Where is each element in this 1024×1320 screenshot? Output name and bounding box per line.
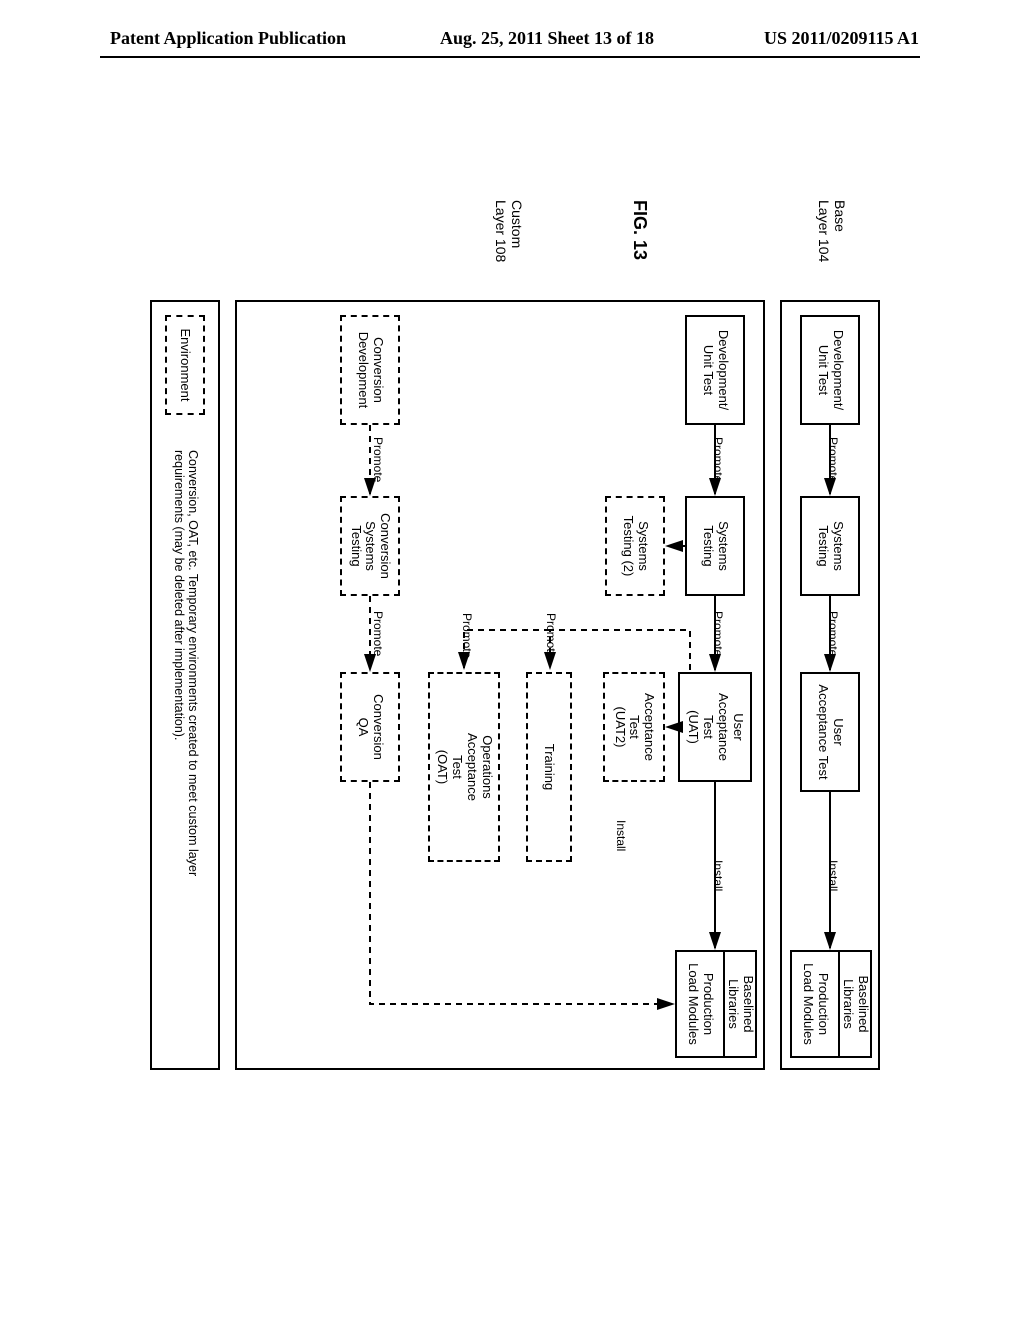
- legend-env-box: Environment: [165, 315, 205, 415]
- box-conv-dev: Conversion Development: [340, 315, 400, 425]
- box-cust-oat: Operations Acceptance Test (OAT): [428, 672, 500, 862]
- edge-base-install: Install: [826, 860, 840, 891]
- diagram-rotated: Base Layer 104 Custom Layer 108 FIG. 13 …: [130, 200, 890, 1110]
- figure-label: FIG. 13: [629, 200, 650, 260]
- box-base-lib: Baselined Libraries: [840, 950, 872, 1058]
- edge-cust-promote1: Promote: [711, 437, 725, 482]
- box-base-sys: Systems Testing: [800, 496, 860, 596]
- edge-base-promote2: Promote: [826, 611, 840, 656]
- box-base-dev: Development/ Unit Test: [800, 315, 860, 425]
- edge-base-promote1: Promote: [826, 437, 840, 482]
- box-cust-uat: User Acceptance Test (UAT): [678, 672, 752, 782]
- header-left: Patent Application Publication: [110, 28, 346, 49]
- legend-note: Conversion, OAT, etc. Temporary environm…: [172, 450, 200, 876]
- box-conv-qa: Conversion QA: [340, 672, 400, 782]
- edge-cust-install2: Install: [614, 820, 628, 851]
- label-custom-layer: Custom Layer 108: [493, 200, 525, 262]
- header-right: US 2011/0209115 A1: [764, 28, 919, 49]
- edge-conv-promote1: Promote: [371, 437, 385, 482]
- box-cust-uat2: Acceptance Test (UAT2): [603, 672, 665, 782]
- box-cust-lib: Baselined Libraries: [725, 950, 757, 1058]
- box-cust-dev: Development/ Unit Test: [685, 315, 745, 425]
- header-rule: [100, 56, 920, 58]
- figure-area: Base Layer 104 Custom Layer 108 FIG. 13 …: [130, 200, 890, 1110]
- header-center: Aug. 25, 2011 Sheet 13 of 18: [440, 28, 654, 49]
- edge-cust-promote3: Promote: [544, 613, 558, 658]
- box-conv-sys: Conversion Systems Testing: [340, 496, 400, 596]
- edge-cust-install1: Install: [711, 860, 725, 891]
- box-base-prod: Production Load Modules: [790, 950, 840, 1058]
- label-base-layer: Base Layer 104: [816, 200, 848, 262]
- edge-conv-promote2: Promote: [371, 611, 385, 656]
- box-base-uat: User Acceptance Test: [800, 672, 860, 792]
- edge-cust-promote2: Promote: [711, 611, 725, 656]
- box-cust-sys: Systems Testing: [685, 496, 745, 596]
- box-cust-prod: Production Load Modules: [675, 950, 725, 1058]
- box-cust-training: Training: [526, 672, 572, 862]
- box-cust-sys2: Systems Testing (2): [605, 496, 665, 596]
- edge-cust-promote4: Promote: [460, 613, 474, 658]
